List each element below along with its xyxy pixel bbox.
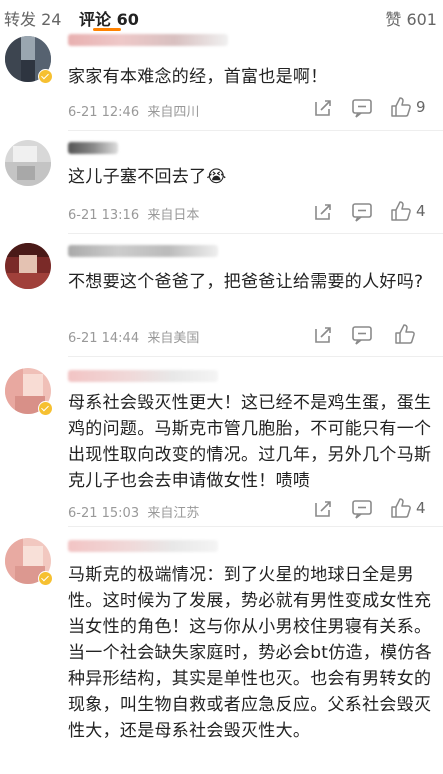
comment-icon (352, 99, 372, 118)
like-button[interactable] (394, 323, 420, 345)
share-icon (315, 327, 331, 343)
comment-meta: 6-21 15:03 来自江苏 (68, 506, 200, 521)
thumbs-up-icon (391, 97, 411, 117)
share-button[interactable] (313, 325, 333, 345)
comment-text: 母系社会毁灭性更大！这已经不是鸡生蛋，蛋生鸡的问题。马斯克市管几胞胎，不可能只有… (68, 393, 432, 491)
share-button[interactable] (313, 499, 333, 519)
like-count: 4 (416, 499, 426, 517)
comment-icon (352, 500, 372, 519)
thumbs-up-icon (391, 498, 411, 518)
like-count: 4 (416, 202, 426, 220)
comment-item: 不想要这个爸爸了，把爸爸让给需要的人好吗? 6-21 14:44 来自美国 (0, 233, 443, 357)
comment-text: 马斯克的极端情况：到了火星的地球日全是男性。这时候为了发展，势必就有男性变成女性… (68, 565, 433, 741)
avatar[interactable] (5, 243, 53, 291)
share-icon (315, 100, 331, 116)
reply-button[interactable] (351, 325, 373, 345)
comment-text: 家家有本难念的经，首富也是啊！ (68, 67, 328, 87)
share-button[interactable] (313, 202, 333, 222)
avatar[interactable] (5, 36, 53, 84)
share-button[interactable] (313, 98, 333, 118)
share-icon (315, 501, 331, 517)
verified-badge (38, 69, 53, 84)
verified-badge (38, 571, 53, 586)
reply-button[interactable] (351, 98, 373, 118)
like-button[interactable]: 4 (390, 497, 426, 519)
username[interactable] (68, 34, 228, 46)
like-button[interactable]: 4 (390, 200, 426, 222)
tab-like[interactable]: 赞 601 (385, 6, 437, 30)
comment-meta: 6-21 14:44 来自美国 (68, 331, 200, 346)
comment-item: 马斯克的极端情况：到了火星的地球日全是男性。这时候为了发展，势必就有男性变成女性… (0, 526, 443, 774)
comment-meta: 6-21 12:46 来自四川 (68, 105, 200, 120)
avatar[interactable] (5, 140, 53, 188)
like-button[interactable]: 9 (390, 96, 426, 118)
tab-repost[interactable]: 转发 24 (4, 6, 61, 30)
reply-button[interactable] (351, 499, 373, 519)
like-count: 9 (416, 98, 426, 116)
comment-icon (352, 203, 372, 222)
tab-comment[interactable]: 评论 60 (79, 6, 139, 30)
username[interactable] (68, 540, 218, 552)
thumbs-up-icon (395, 324, 415, 344)
comment-text: 这儿子塞不回去了😭 (68, 167, 227, 187)
reply-button[interactable] (351, 202, 373, 222)
avatar[interactable] (5, 368, 53, 416)
username[interactable] (68, 142, 118, 154)
avatar[interactable] (5, 538, 53, 586)
comment-meta: 6-21 13:16 来自日本 (68, 208, 200, 223)
username[interactable] (68, 370, 218, 382)
comment-item: 家家有本难念的经，首富也是啊！ 6-21 12:46 来自四川 9 (0, 30, 443, 131)
share-icon (315, 204, 331, 220)
verified-badge (38, 401, 53, 416)
comment-item: 这儿子塞不回去了😭 6-21 13:16 来自日本 4 (0, 130, 443, 234)
username[interactable] (68, 245, 218, 257)
comment-icon (352, 326, 372, 345)
comment-text: 不想要这个爸爸了，把爸爸让给需要的人好吗? (68, 272, 424, 292)
thumbs-up-icon (391, 201, 411, 221)
comment-item: 母系社会毁灭性更大！这已经不是鸡生蛋，蛋生鸡的问题。马斯克市管几胞胎，不可能只有… (0, 356, 443, 527)
comment-tabbar: 转发 24 评论 60 赞 601 (0, 0, 443, 30)
